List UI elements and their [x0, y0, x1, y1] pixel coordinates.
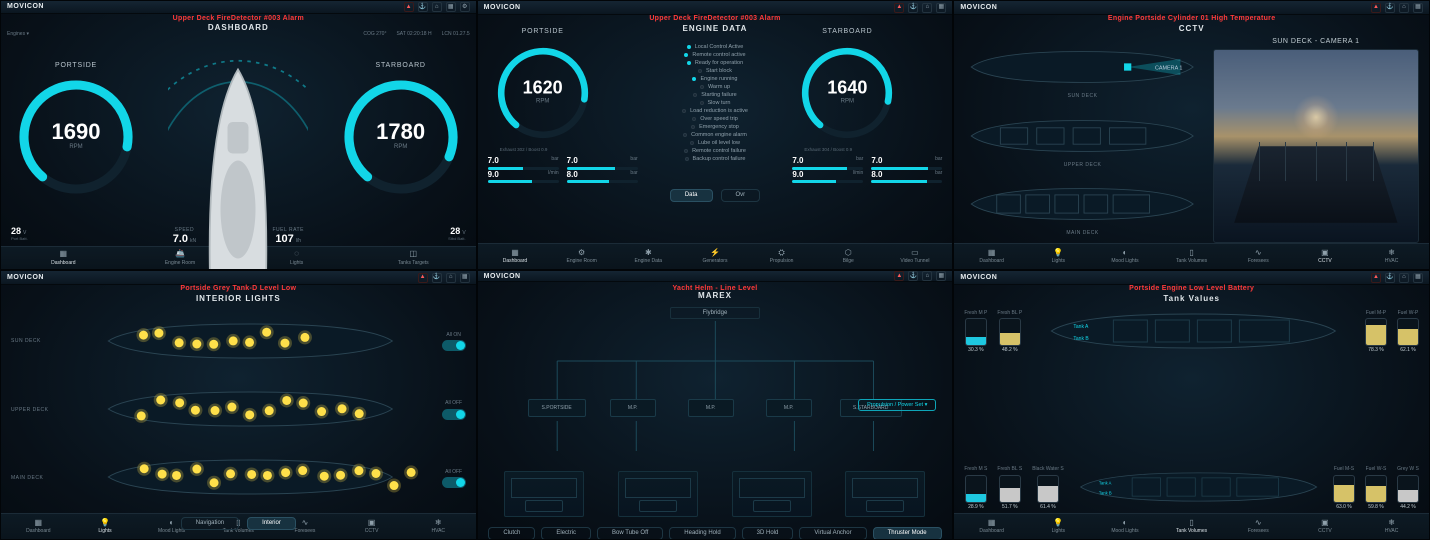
light-deck-rows: SUN DECK All ON UPPER DECK All OFF MAIN DE…: [11, 308, 466, 513]
marex-btn[interactable]: Thruster Mode: [873, 527, 942, 540]
tank-gauge[interactable]: Fuel W-S59.8 %: [1365, 467, 1387, 510]
toggle-all-lights[interactable]: [442, 477, 466, 488]
brand: MOVICON: [7, 2, 44, 11]
battery-stbd: 28VStbd Batt.: [448, 227, 466, 241]
feed-title: SUN DECK - CAMERA 1: [1213, 38, 1419, 46]
marex-buttons: Clutch Electric Bow Tube Off Heading Hold 3D…: [488, 527, 943, 540]
stbd-bars: 7.0bar7.0bar9.0l/min8.0bar: [792, 157, 942, 184]
port-bars: 7.0bar7.0bar9.0l/min8.0bar: [488, 157, 638, 184]
deck-selector: CAMERA 1 SUN DECK UPPER DECK MAIN DECK: [964, 38, 1200, 243]
deck-upper[interactable]: UPPER DECK: [964, 113, 1200, 168]
settings-icon[interactable]: ⚙: [460, 2, 470, 12]
thruster-dropdown[interactable]: Propulsion / Power Set ▾: [858, 399, 936, 411]
marex-diagram: S.PORTSIDE M.P. M.P. M.P. S.STARBOARD Pr…: [488, 321, 943, 471]
marex-btn[interactable]: 3D Hold: [742, 527, 794, 540]
engine-status-list: Local Control ActiveRemote control activ…: [682, 38, 748, 184]
svg-text:CAMERA 1: CAMERA 1: [1155, 66, 1183, 72]
pill-ovr[interactable]: Ovr: [721, 189, 761, 202]
camera-feed[interactable]: [1213, 49, 1419, 243]
deck-sun[interactable]: CAMERA 1 SUN DECK: [964, 44, 1200, 99]
marex-btn[interactable]: Electric: [541, 527, 591, 540]
gauge-starboard: STARBOARD 1780RPM: [336, 72, 466, 202]
screen-cctv: MOVICON ▲⚓⌂▦ Engine Portside Cylinder 01…: [953, 0, 1430, 270]
warning-icon[interactable]: ▲: [404, 2, 414, 12]
deck-light-map[interactable]: [67, 318, 434, 367]
engine-starboard: STARBOARD 1640RPM Exhaust 304 / Boost 0.…: [792, 38, 942, 184]
tank-gauge[interactable]: Fresh BL S51.7 %: [997, 467, 1022, 510]
svg-text:Tank B: Tank B: [1099, 491, 1112, 496]
tank-gauge[interactable]: Fuel M-S63.0 %: [1333, 467, 1355, 510]
tank-gauge[interactable]: Grey W S44.2 %: [1397, 467, 1419, 510]
svg-text:Tank A: Tank A: [1099, 481, 1112, 486]
tank-gauge[interactable]: Fresh BL P48.2 %: [997, 311, 1022, 354]
tank-gauge[interactable]: Fuel M-P78.3 %: [1365, 311, 1387, 354]
tank-gauge[interactable]: Fuel W-P62.1 %: [1397, 311, 1419, 354]
svg-text:Tank A: Tank A: [1074, 324, 1090, 330]
tank-gauge[interactable]: Fresh M P30.3 %: [964, 311, 987, 354]
engine-port: PORTSIDE 1620RPM Exhaust 302 / Boost 0.9…: [488, 38, 638, 184]
screen-tanks: MOVICON ▲⚓⌂▦ Portside Engine Low Level B…: [953, 270, 1430, 540]
deck-light-map[interactable]: [67, 454, 434, 503]
warning-icon[interactable]: ▲: [894, 3, 904, 13]
pill-data[interactable]: Data: [670, 189, 713, 202]
pill-navigation[interactable]: Navigation: [181, 517, 239, 530]
alert-banner: Upper Deck FireDetector #003 Alarm: [1, 15, 476, 23]
title-bar: MOVICON ▲ ⚓ ⌂ ▦ ⚙: [1, 1, 476, 14]
bottom-nav: ▦Dashboard ⚙Engine Room ✱Engine Data ⚡Ge…: [478, 243, 953, 269]
screen-lights: MOVICON ▲⚓⌂▦ Portside Grey Tank-D Level …: [0, 270, 477, 540]
tank-gauge[interactable]: Black Water S61.4 %: [1032, 467, 1064, 510]
deck-light-map[interactable]: [67, 386, 434, 435]
tank-gauge[interactable]: Fresh M S28.9 %: [964, 467, 987, 510]
marex-btn[interactable]: Heading Hold: [669, 527, 735, 540]
anchor-icon[interactable]: ⚓: [908, 3, 918, 13]
screen-dashboard: MOVICON ▲ ⚓ ⌂ ▦ ⚙ Upper Deck FireDetecto…: [0, 0, 477, 270]
home-icon[interactable]: ⌂: [922, 3, 932, 13]
nav-dashboard[interactable]: ▦Dashboard: [495, 248, 535, 265]
tank-rows: Fresh M P30.3 % Fresh BL P48.2 % Tank A Tan…: [964, 308, 1419, 513]
grid-icon[interactable]: ▦: [446, 2, 456, 12]
pill-interior[interactable]: Interior: [247, 517, 296, 530]
toggle-all-lights[interactable]: [442, 340, 466, 351]
marex-btn[interactable]: Virtual Anchor: [799, 527, 866, 540]
svg-text:Tank B: Tank B: [1074, 336, 1090, 342]
engine-schematics: [488, 471, 943, 521]
toggle-all-lights[interactable]: [442, 409, 466, 420]
marex-btn[interactable]: Bow Tube Off: [597, 527, 663, 540]
screen-marex: MOVICON ▲⚓⌂▦ Yacht Helm - Line Level MAR…: [477, 270, 954, 540]
nav-tanks[interactable]: ◫Tanks Targets: [393, 250, 433, 267]
nav-dashboard[interactable]: ▦Dashboard: [43, 250, 83, 267]
grid-icon[interactable]: ▦: [936, 3, 946, 13]
light-row: MAIN DECK All OFF: [11, 454, 466, 503]
yacht-graphic: [168, 52, 308, 222]
deck-main[interactable]: MAIN DECK: [964, 181, 1200, 236]
light-row: SUN DECK All ON: [11, 318, 466, 367]
home-icon[interactable]: ⌂: [432, 2, 442, 12]
warning-icon[interactable]: ▲: [1371, 3, 1381, 13]
flybridge-node[interactable]: Flybridge: [670, 307, 760, 320]
light-row: UPPER DECK All OFF: [11, 386, 466, 435]
screen-engine: MOVICON ▲⚓⌂▦ Upper Deck FireDetector #00…: [477, 0, 954, 270]
gauge-port: PORTSIDE 1690RPM: [11, 72, 141, 202]
marex-btn[interactable]: Clutch: [488, 527, 535, 540]
node-port[interactable]: S.PORTSIDE: [528, 399, 586, 417]
battery-port: 28VPort Batt.: [11, 227, 28, 241]
anchor-icon[interactable]: ⚓: [418, 2, 428, 12]
